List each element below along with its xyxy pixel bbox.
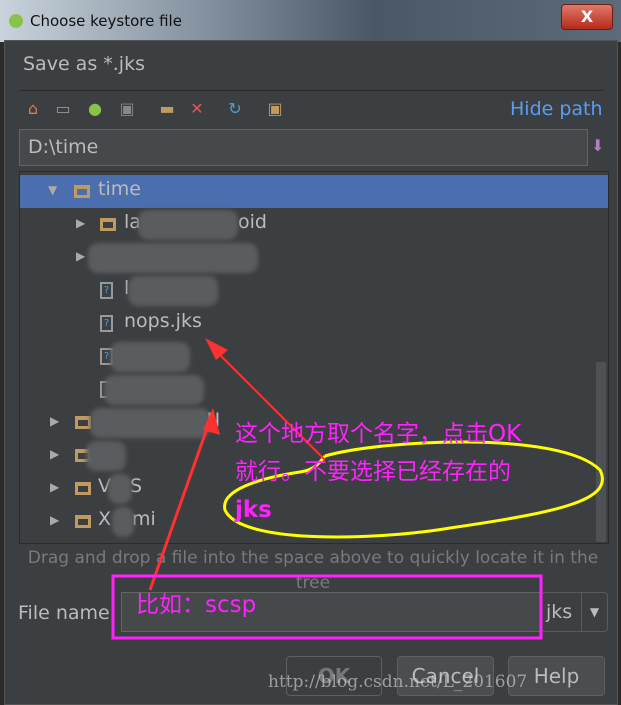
- extension-select[interactable]: jks ▼: [541, 592, 608, 632]
- file-name-label: File name:: [18, 602, 117, 624]
- annotation-note-line3: jks: [235, 497, 272, 523]
- desktop-icon[interactable]: ▭: [53, 99, 73, 119]
- file-icon: ?: [100, 282, 113, 299]
- folder-icon: [75, 482, 91, 495]
- blurred-name: [108, 474, 132, 504]
- show-hidden-icon[interactable]: ▣: [265, 99, 285, 119]
- tree-item[interactable]: ▶ la oid: [20, 208, 608, 241]
- refresh-icon[interactable]: ↻: [225, 99, 245, 119]
- hide-path-link[interactable]: Hide path: [510, 98, 603, 120]
- path-input[interactable]: D:\time: [19, 129, 588, 166]
- chevron-down-icon[interactable]: ▼: [581, 593, 607, 631]
- annotation-note-line2: 就行。不要选择已经存在的: [235, 459, 511, 485]
- file-icon: ?: [100, 315, 113, 332]
- blurred-name: [128, 276, 218, 306]
- collapsed-arrow-icon[interactable]: ▶: [50, 447, 59, 461]
- tree-item[interactable]: ?: [20, 340, 608, 373]
- tree-scrollbar[interactable]: [596, 362, 606, 542]
- extension-value: jks: [546, 601, 573, 623]
- watermark: http://blog.csdn.net/L_201607: [268, 672, 528, 692]
- folder-icon: [100, 218, 116, 231]
- folder-icon: [75, 416, 91, 429]
- blurred-name: [138, 210, 238, 240]
- window-title: Choose keystore file: [30, 12, 182, 30]
- collapsed-arrow-icon[interactable]: ▶: [50, 480, 59, 494]
- tree-item[interactable]: ? nops.jks: [20, 307, 608, 340]
- tree-item[interactable]: ▼ time: [20, 175, 608, 208]
- annotation-example: 比如：scsp: [136, 592, 257, 618]
- blurred-name: [112, 507, 134, 537]
- tree-item[interactable]: ? l: [20, 274, 608, 307]
- drag-drop-hint: Drag and drop a file into the space abov…: [27, 548, 599, 593]
- blurred-name: [104, 375, 204, 405]
- blurred-name: [88, 243, 258, 273]
- title-bar: Choose keystore file X: [0, 0, 621, 42]
- blurred-name: [90, 408, 210, 438]
- collapsed-arrow-icon[interactable]: ▶: [76, 216, 85, 230]
- android-project-icon[interactable]: ●: [85, 99, 105, 119]
- close-button[interactable]: X: [561, 4, 613, 30]
- blurred-name: [110, 342, 190, 372]
- tree-item[interactable]: [20, 373, 608, 406]
- dialog-heading: Save as *.jks: [23, 53, 145, 75]
- delete-icon[interactable]: ✕: [187, 99, 207, 119]
- annotation-note-line1: 这个地方取个名字，点击OK: [235, 421, 522, 447]
- expanded-arrow-icon[interactable]: ▼: [48, 183, 57, 197]
- collapsed-arrow-icon[interactable]: ▶: [76, 249, 85, 263]
- android-studio-icon: [9, 14, 23, 28]
- collapsed-arrow-icon[interactable]: ▶: [50, 513, 59, 527]
- blurred-name: [86, 441, 126, 471]
- create-folder-icon[interactable]: ▬: [157, 99, 177, 119]
- dialog: Save as *.jks ⌂ ▭ ● ▣ ▬ ✕ ↻ ▣ Hide path …: [4, 40, 618, 705]
- tree-item[interactable]: ▶: [20, 241, 608, 274]
- new-folder-icon[interactable]: ▣: [117, 99, 137, 119]
- divider: [19, 90, 603, 91]
- folder-icon: [74, 185, 90, 198]
- path-history-icon[interactable]: ⬇: [591, 136, 605, 158]
- folder-icon: [75, 515, 91, 528]
- collapsed-arrow-icon[interactable]: ▶: [50, 414, 59, 428]
- home-icon[interactable]: ⌂: [23, 99, 43, 119]
- tree-item[interactable]: ▶ X mi: [20, 505, 608, 538]
